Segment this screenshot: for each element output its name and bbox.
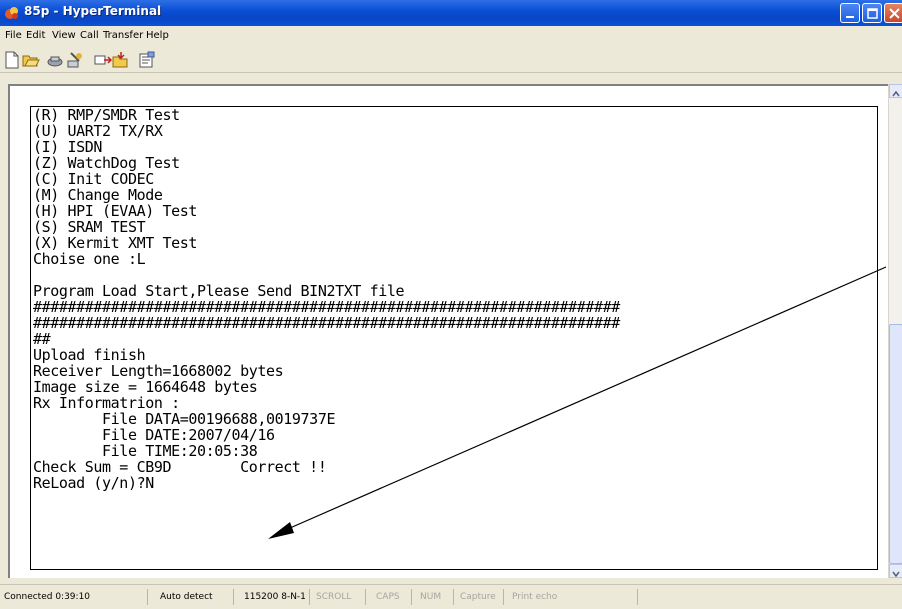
close-icon bbox=[889, 8, 900, 19]
properties-icon[interactable] bbox=[138, 51, 156, 69]
title-bar[interactable]: 85p - HyperTerminal bbox=[0, 0, 902, 26]
hyperterminal-icon bbox=[5, 7, 18, 19]
vertical-scrollbar[interactable] bbox=[888, 84, 902, 578]
disconnect-icon[interactable] bbox=[66, 51, 84, 69]
status-num: NUM bbox=[416, 589, 454, 605]
status-print-echo: Print echo bbox=[508, 589, 638, 605]
terminal-line: (X) Kermit XMT Test bbox=[33, 234, 197, 252]
terminal-line: (H) HPI (EVAA) Test bbox=[33, 202, 197, 220]
terminal-line: (S) SRAM TEST bbox=[33, 218, 146, 236]
terminal-line: (M) Change Mode bbox=[33, 186, 163, 204]
terminal-line: (C) Init CODEC bbox=[33, 170, 154, 188]
terminal-line: File DATE:2007/04/16 bbox=[33, 426, 275, 444]
scroll-down-button[interactable] bbox=[889, 564, 902, 578]
terminal-line: Program Load Start,Please Send BIN2TXT f… bbox=[33, 282, 405, 300]
close-button[interactable] bbox=[884, 3, 902, 23]
minimize-button[interactable] bbox=[840, 3, 860, 23]
chevron-up-icon bbox=[892, 90, 900, 97]
terminal-line: Choise one :L bbox=[33, 250, 146, 268]
status-scroll: SCROLL bbox=[312, 589, 366, 605]
terminal-line: ## bbox=[33, 330, 51, 348]
maximize-button[interactable] bbox=[862, 3, 882, 23]
terminal-line: ReLoad (y/n)?N bbox=[33, 474, 154, 492]
window-title: 85p - HyperTerminal bbox=[24, 4, 162, 18]
status-port: 115200 8-N-1 bbox=[240, 589, 310, 605]
menu-edit[interactable]: Edit bbox=[26, 30, 45, 41]
status-detect: Auto detect bbox=[156, 589, 234, 605]
toolbar bbox=[0, 48, 902, 73]
terminal-line: (I) ISDN bbox=[33, 138, 103, 156]
terminal-line: Upload finish bbox=[33, 346, 146, 364]
terminal-line: Receiver Length=1668002 bytes bbox=[33, 362, 284, 380]
terminal-screen[interactable]: (R) RMP/SMDR Test (U) UART2 TX/RX (I) IS… bbox=[30, 106, 878, 570]
terminal-line: Rx Informatrion : bbox=[33, 394, 180, 412]
status-capture: Capture bbox=[456, 589, 504, 605]
terminal-line: ########################################… bbox=[33, 298, 620, 316]
menu-file[interactable]: File bbox=[5, 30, 22, 41]
menu-transfer[interactable]: Transfer bbox=[103, 30, 143, 41]
send-icon[interactable] bbox=[94, 51, 112, 69]
menu-help[interactable]: Help bbox=[146, 30, 169, 41]
terminal-line: File TIME:20:05:38 bbox=[33, 442, 258, 460]
open-icon[interactable] bbox=[22, 51, 40, 69]
scrollbar-thumb[interactable] bbox=[889, 324, 902, 564]
menu-view[interactable]: View bbox=[52, 30, 76, 41]
chevron-down-icon bbox=[892, 571, 900, 578]
terminal-line: Check Sum = CB9D Correct !! bbox=[33, 458, 327, 476]
terminal-line: Image size = 1664648 bytes bbox=[33, 378, 258, 396]
menu-call[interactable]: Call bbox=[80, 30, 99, 41]
menu-bar: File Edit View Call Transfer Help bbox=[0, 26, 902, 49]
terminal-line: (R) RMP/SMDR Test bbox=[33, 106, 180, 124]
status-caps: CAPS bbox=[372, 589, 412, 605]
terminal-line: ########################################… bbox=[33, 314, 620, 332]
status-bar: Connected 0:39:10 Auto detect 115200 8-N… bbox=[0, 584, 902, 609]
terminal-line: (U) UART2 TX/RX bbox=[33, 122, 163, 140]
terminal-line: (Z) WatchDog Test bbox=[33, 154, 180, 172]
scroll-up-button[interactable] bbox=[889, 84, 902, 98]
receive-icon[interactable] bbox=[112, 51, 130, 69]
terminal-line: File DATA=00196688,0019737E bbox=[33, 410, 336, 428]
new-connection-icon[interactable] bbox=[3, 51, 21, 69]
maximize-icon bbox=[867, 8, 878, 19]
status-connected: Connected 0:39:10 bbox=[0, 589, 148, 605]
call-icon[interactable] bbox=[46, 51, 64, 69]
minimize-icon bbox=[846, 16, 854, 18]
